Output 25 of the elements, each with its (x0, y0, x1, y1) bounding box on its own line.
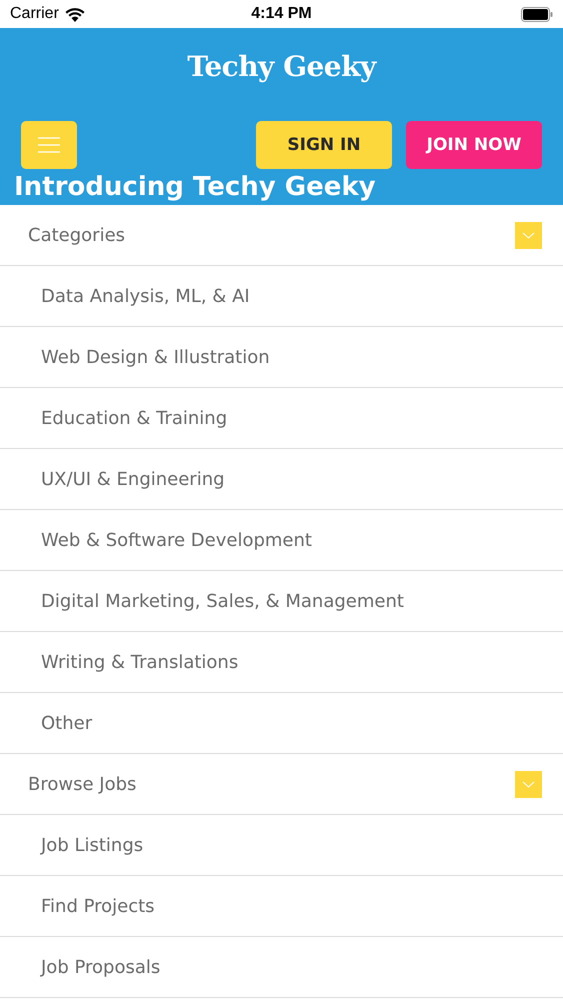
logo: Techy Geeky (187, 50, 376, 83)
menu-item[interactable]: Find Projects (0, 876, 563, 937)
menu-item[interactable]: Writing & Translations (0, 632, 563, 693)
menu-icon (38, 137, 60, 153)
menu-item[interactable]: UX/UI & Engineering (0, 449, 563, 510)
section-label: Browse Jobs (27, 774, 136, 794)
sign-in-button[interactable]: SIGN IN (256, 121, 392, 169)
menu-item[interactable]: Digital Marketing, Sales, & Management (0, 571, 563, 632)
carrier-label: Carrier (10, 5, 59, 23)
battery-icon (521, 6, 553, 22)
menu-item[interactable]: Other (0, 693, 563, 754)
menu-item[interactable]: Web Design & Illustration (0, 327, 563, 388)
menu-item[interactable]: Data Analysis, ML, & AI (0, 266, 563, 327)
menu-section[interactable]: Categories (0, 205, 563, 266)
menu-section[interactable]: Browse Jobs (0, 754, 563, 815)
status-time: 4:14 PM (251, 5, 312, 22)
menu-button[interactable] (21, 121, 77, 169)
menu-item[interactable]: Education & Training (0, 388, 563, 449)
join-now-button[interactable]: JOIN NOW (406, 121, 542, 169)
section-label: Categories (27, 224, 126, 246)
menu-item[interactable]: Web & Software Development (0, 510, 563, 571)
menu-item[interactable]: Job Listings (0, 815, 563, 876)
wifi-icon (64, 6, 85, 22)
headline: Introducing Techy Geeky (14, 171, 377, 203)
menu-item[interactable]: Job Proposals (0, 937, 563, 998)
